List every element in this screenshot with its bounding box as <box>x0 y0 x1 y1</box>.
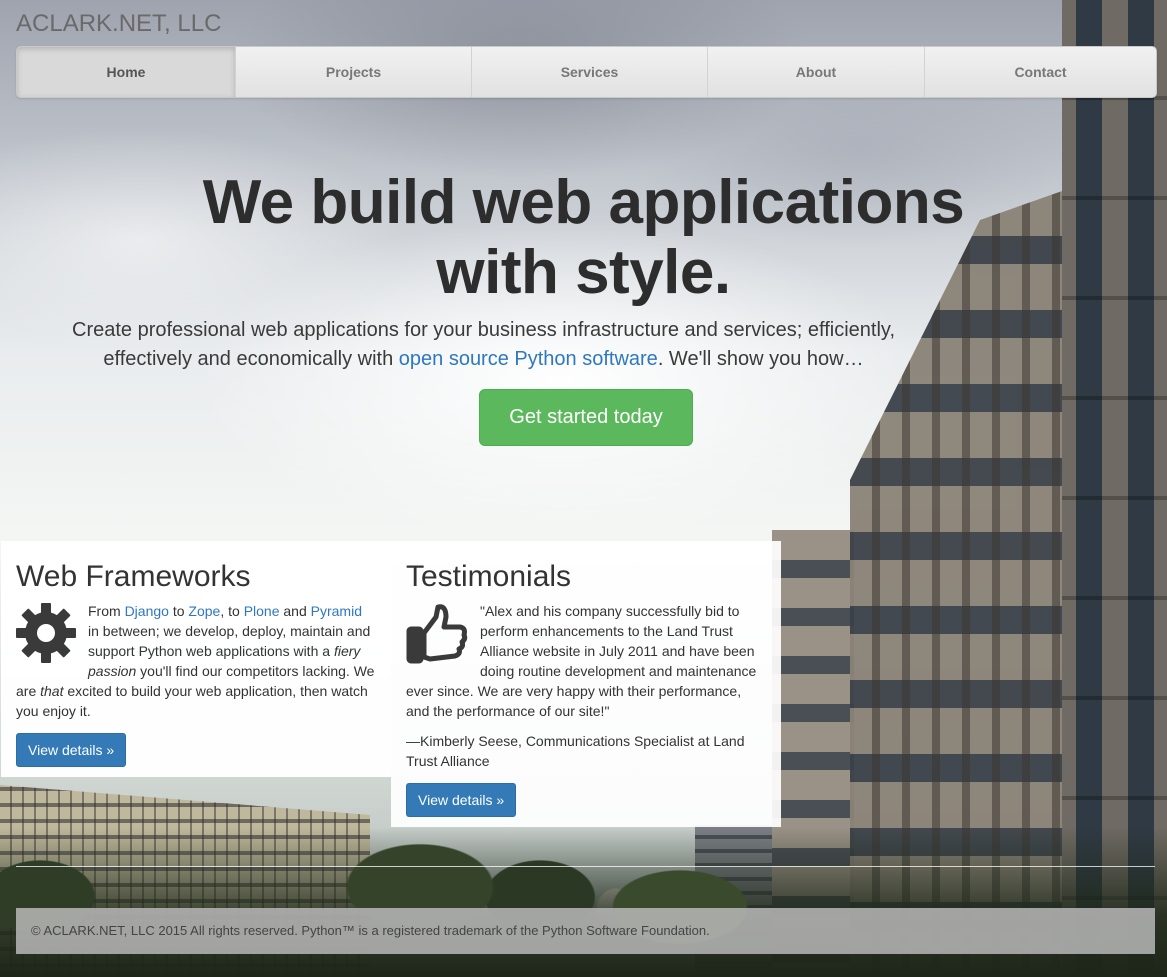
hero-headline-line2: with style. <box>436 238 731 307</box>
testimonials-title: Testimonials <box>406 560 572 593</box>
python-software-link[interactable]: open source Python software <box>399 348 658 370</box>
background-photo <box>0 0 1167 977</box>
frameworks-panel: Web Frameworks From Django to Zope, to P… <box>1 541 391 777</box>
frameworks-text-part: to <box>168 603 189 619</box>
nav-projects[interactable]: Projects <box>235 47 471 97</box>
main-nav: Home Projects Services About Contact <box>16 46 1157 98</box>
hero-lead-text-end: . We'll show you how… <box>657 348 864 370</box>
testimonial-attribution: —Kimberly Seese, Communications Speciali… <box>406 733 745 769</box>
plone-link[interactable]: Plone <box>244 603 280 619</box>
nav-services[interactable]: Services <box>471 47 707 97</box>
nav-about[interactable]: About <box>707 47 924 97</box>
hero-lead: Create professional web applications for… <box>60 316 907 374</box>
frameworks-view-details-button[interactable]: View details » <box>16 733 127 767</box>
nav-home[interactable]: Home <box>17 47 235 97</box>
footer: © ACLARK.NET, LLC 2015 All rights reserv… <box>16 908 1155 954</box>
frameworks-text-part: , to <box>220 603 244 619</box>
footer-text: © ACLARK.NET, LLC 2015 All rights reserv… <box>31 923 710 938</box>
pyramid-link[interactable]: Pyramid <box>311 603 362 619</box>
frameworks-body: From Django to Zope, to Plone and Pyrami… <box>16 601 376 767</box>
that-emphasis-text: that <box>40 683 64 699</box>
testimonials-body: "Alex and his company successfully bid t… <box>406 601 766 817</box>
get-started-button[interactable]: Get started today <box>479 389 693 446</box>
django-link[interactable]: Django <box>125 603 169 619</box>
tree-line <box>0 827 1167 977</box>
testimonials-view-details-button[interactable]: View details » <box>406 783 517 817</box>
frameworks-text-part: and <box>279 603 311 619</box>
frameworks-text-part: excited to build your web application, t… <box>16 683 368 719</box>
nav-contact[interactable]: Contact <box>924 47 1156 97</box>
frameworks-text-part: in between; we develop, deploy, maintain… <box>88 623 371 659</box>
hero-headline-line1: We build web applications <box>202 168 965 237</box>
footer-divider <box>16 866 1155 867</box>
gear-icon <box>16 603 76 668</box>
testimonials-panel: Testimonials "Alex and his company succe… <box>391 541 781 827</box>
thumbs-up-icon <box>406 603 468 670</box>
frameworks-title: Web Frameworks <box>16 560 251 593</box>
frameworks-text-part: From <box>88 603 125 619</box>
hero-headline: We build web applications with style. <box>60 168 1107 308</box>
site-brand[interactable]: ACLARK.NET, LLC <box>16 10 221 38</box>
zope-link[interactable]: Zope <box>188 603 220 619</box>
